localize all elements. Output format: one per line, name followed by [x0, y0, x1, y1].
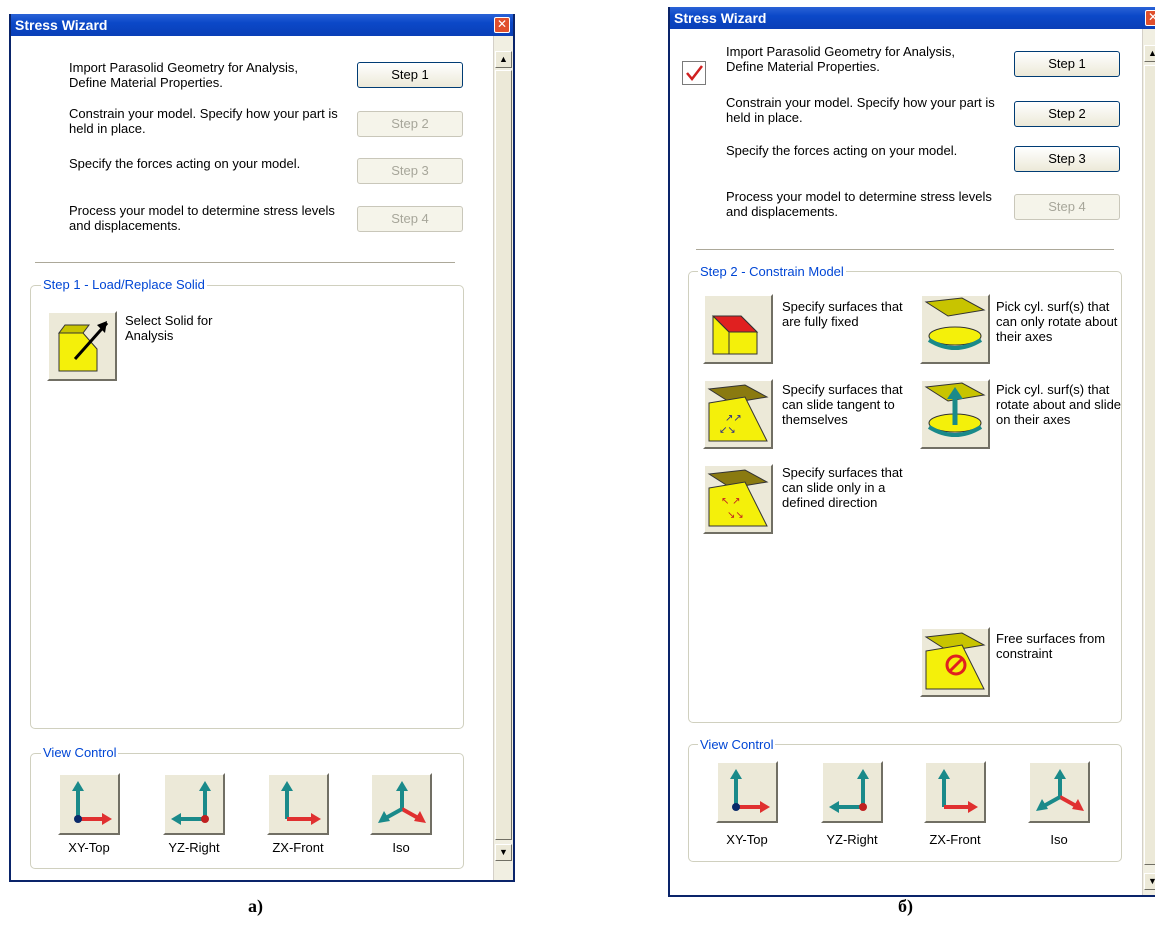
view-zx-front-label: ZX-Front [272, 840, 324, 855]
step-3-description: Specify the forces acting on your model. [69, 156, 301, 171]
step-group-title: Step 1 - Load/Replace Solid [41, 277, 207, 292]
view-yz-right-button[interactable] [163, 773, 225, 835]
view-iso-label: Iso [392, 840, 410, 855]
slide-direction-button[interactable]: ↖ ↗ ↘↘ [703, 464, 773, 534]
yz-right-axis-icon [171, 781, 211, 825]
separator [696, 249, 1114, 251]
cylinder-rotate-icon [924, 297, 986, 350]
scroll-down-icon[interactable]: ▼ [495, 844, 512, 861]
step-4-button[interactable]: Step 4 [357, 206, 463, 232]
close-icon[interactable]: ✕ [1145, 10, 1155, 26]
slide-direction-icon: ↖ ↗ ↘↘ [707, 469, 769, 527]
cylinder-rotate-button[interactable] [920, 294, 990, 364]
scroll-up-icon[interactable]: ▲ [495, 51, 512, 68]
caption-b: б) [898, 896, 913, 916]
view-yz-right-label: YZ-Right [826, 832, 878, 847]
step-1-button[interactable]: Step 1 [1014, 51, 1120, 77]
caption-a: а) [248, 896, 263, 916]
iso-axis-icon [378, 781, 426, 823]
zx-front-axis-icon [281, 781, 321, 825]
iso-axis-icon [1036, 769, 1084, 811]
window-title: Stress Wizard [15, 17, 108, 33]
step-4-button[interactable]: Step 4 [1014, 194, 1120, 220]
step-2-description: Constrain your model. Specify how your p… [69, 106, 338, 136]
slide-direction-label: Specify surfaces that can slide only in … [782, 465, 903, 510]
select-solid-button[interactable] [47, 311, 117, 381]
stress-wizard-window-a: Stress Wizard ✕ ▲ ▼ Import Parasolid Geo… [9, 14, 515, 882]
zx-front-axis-icon [938, 769, 978, 813]
svg-text:↙↘: ↙↘ [719, 425, 736, 436]
close-icon[interactable]: ✕ [494, 17, 510, 33]
view-xy-top-label: XY-Top [68, 840, 110, 855]
separator [35, 262, 455, 264]
vertical-scrollbar[interactable]: ▲ ▼ [1142, 29, 1155, 895]
view-iso-button[interactable] [370, 773, 432, 835]
checkmark-icon [686, 65, 703, 81]
fixed-surface-button[interactable] [703, 294, 773, 364]
step-2-description: Constrain your model. Specify how your p… [726, 95, 995, 125]
title-bar: Stress Wizard ✕ [670, 7, 1155, 29]
view-yz-right-label: YZ-Right [168, 840, 220, 855]
view-zx-front-button[interactable] [924, 761, 986, 823]
cylinder-rotate-label: Pick cyl. surf(s) that can only rotate a… [996, 299, 1118, 344]
view-iso-label: Iso [1050, 832, 1068, 847]
stress-wizard-window-b: Stress Wizard ✕ ▲ ▼ Import Parasolid Geo… [668, 7, 1155, 897]
svg-text:↖ ↗: ↖ ↗ [721, 496, 741, 507]
view-xy-top-button[interactable] [716, 761, 778, 823]
step-1-done-checkbox [682, 61, 706, 85]
select-solid-label: Select Solid for Analysis [125, 313, 213, 343]
view-zx-front-label: ZX-Front [929, 832, 981, 847]
slide-tangent-icon: ↗↗ ↙↘ [707, 384, 769, 442]
free-surface-label: Free surfaces from constraint [996, 631, 1106, 661]
free-surface-button[interactable] [920, 627, 990, 697]
view-iso-button[interactable] [1028, 761, 1090, 823]
step-1-description: Import Parasolid Geometry for Analysis, … [726, 44, 956, 74]
view-control-title: View Control [698, 737, 776, 752]
window-title: Stress Wizard [674, 10, 767, 26]
step-4-description: Process your model to determine stress l… [726, 189, 992, 219]
step-1-description: Import Parasolid Geometry for Analysis, … [69, 60, 299, 90]
scrollbar-thumb[interactable] [495, 70, 512, 840]
free-surface-icon [924, 632, 986, 690]
step-4-description: Process your model to determine stress l… [69, 203, 335, 233]
xy-top-axis-icon [730, 769, 770, 813]
solid-with-arrow-icon [58, 321, 109, 372]
cylinder-rotate-slide-icon [924, 382, 986, 437]
view-zx-front-button[interactable] [267, 773, 329, 835]
fixed-surface-icon [711, 315, 759, 355]
scroll-down-icon[interactable]: ▼ [1144, 873, 1155, 890]
svg-text:↘↘: ↘↘ [727, 510, 744, 521]
view-control-title: View Control [41, 745, 119, 760]
step-3-button[interactable]: Step 3 [1014, 146, 1120, 172]
vertical-scrollbar[interactable]: ▲ ▼ [493, 36, 513, 880]
slide-tangent-label: Specify surfaces that can slide tangent … [782, 382, 903, 427]
xy-top-axis-icon [72, 781, 112, 825]
step-3-button[interactable]: Step 3 [357, 158, 463, 184]
cylinder-rotate-slide-button[interactable] [920, 379, 990, 449]
step-1-button[interactable]: Step 1 [357, 62, 463, 88]
step-2-button[interactable]: Step 2 [357, 111, 463, 137]
view-xy-top-label: XY-Top [726, 832, 768, 847]
title-bar: Stress Wizard ✕ [11, 14, 513, 36]
step-3-description: Specify the forces acting on your model. [726, 143, 958, 158]
view-yz-right-button[interactable] [821, 761, 883, 823]
slide-tangent-button[interactable]: ↗↗ ↙↘ [703, 379, 773, 449]
fixed-surface-label: Specify surfaces that are fully fixed [782, 299, 903, 329]
cylinder-rotate-slide-label: Pick cyl. surf(s) that rotate about and … [996, 382, 1122, 427]
svg-text:↗↗: ↗↗ [725, 413, 742, 424]
step-group-title: Step 2 - Constrain Model [698, 264, 846, 279]
scrollbar-thumb[interactable] [1144, 65, 1155, 865]
view-xy-top-button[interactable] [58, 773, 120, 835]
yz-right-axis-icon [829, 769, 869, 813]
scroll-up-icon[interactable]: ▲ [1144, 45, 1155, 62]
step-2-button[interactable]: Step 2 [1014, 101, 1120, 127]
